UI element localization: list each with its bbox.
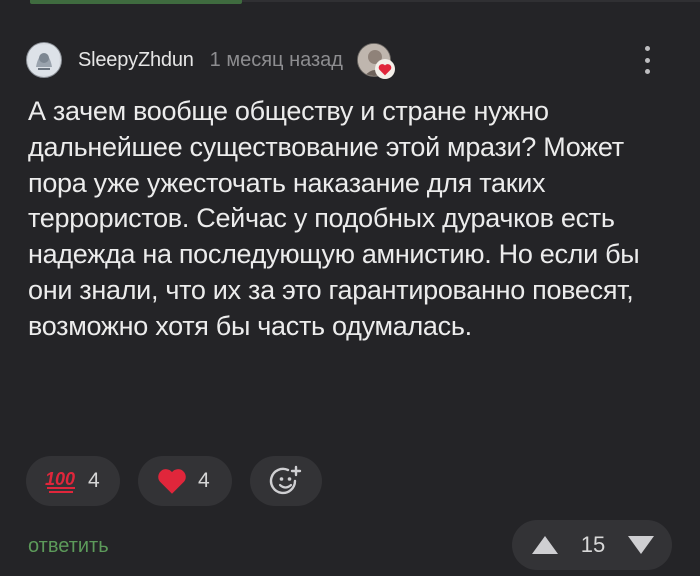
comment-header: SleepyZhdun 1 месяц назад <box>26 40 670 80</box>
vote-score: 15 <box>580 532 606 557</box>
heart-icon <box>158 469 186 494</box>
avatar-image-icon <box>29 45 59 75</box>
comment-body: А зачем вообще обществу и стране нужно д… <box>28 96 640 341</box>
reaction-heart-button[interactable]: 4 <box>138 456 232 506</box>
reply-link[interactable]: ответить <box>28 535 109 558</box>
more-options-icon[interactable] <box>640 44 654 76</box>
avatar[interactable] <box>26 42 62 78</box>
top-divider <box>242 0 700 2</box>
award-heart-icon <box>374 59 395 79</box>
upvote-arrow-icon[interactable] <box>530 534 560 556</box>
award-badge[interactable] <box>356 43 395 79</box>
comment-card: SleepyZhdun 1 месяц назад А зачем вообще… <box>0 0 700 576</box>
svg-text:100: 100 <box>45 469 75 489</box>
reactions-bar: 100 4 4 <box>26 456 322 506</box>
comment-time: 1 месяц назад <box>209 48 343 71</box>
reaction-heart-count: 4 <box>198 469 210 492</box>
add-reaction-icon <box>269 465 302 495</box>
hundred-points-icon: 100 <box>45 469 75 493</box>
author-name[interactable]: SleepyZhdun <box>78 49 194 72</box>
top-accent-bar <box>30 0 242 4</box>
add-reaction-button[interactable] <box>250 456 322 506</box>
downvote-arrow-icon[interactable] <box>626 534 656 556</box>
vote-control: 15 <box>512 520 672 570</box>
reaction-hundred-button[interactable]: 100 4 <box>26 456 120 506</box>
reaction-hundred-count: 4 <box>88 469 100 492</box>
